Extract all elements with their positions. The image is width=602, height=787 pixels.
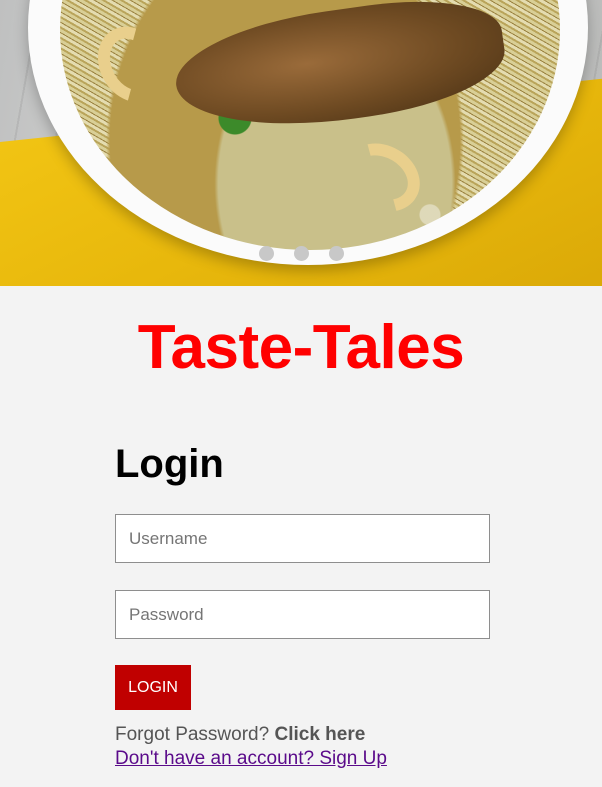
carousel-indicators bbox=[259, 246, 344, 261]
hero-carousel bbox=[0, 0, 602, 286]
forgot-password-row: Forgot Password? Click here bbox=[115, 724, 515, 746]
login-form: Login LOGIN Forgot Password? Click here … bbox=[115, 440, 490, 769]
login-heading: Login bbox=[115, 442, 224, 486]
forgot-password-link[interactable]: Click here bbox=[274, 724, 365, 745]
signup-link[interactable]: Don't have an account? Sign Up bbox=[115, 748, 387, 770]
password-input[interactable] bbox=[115, 590, 490, 639]
forgot-password-label: Forgot Password? bbox=[115, 724, 270, 745]
login-button[interactable]: LOGIN bbox=[115, 665, 191, 710]
carousel-dot-2[interactable] bbox=[294, 246, 309, 261]
site-logo-title: Taste-Tales bbox=[137, 313, 465, 382]
username-input[interactable] bbox=[115, 514, 490, 563]
carousel-dot-3[interactable] bbox=[329, 246, 344, 261]
carousel-dot-1[interactable] bbox=[259, 246, 274, 261]
